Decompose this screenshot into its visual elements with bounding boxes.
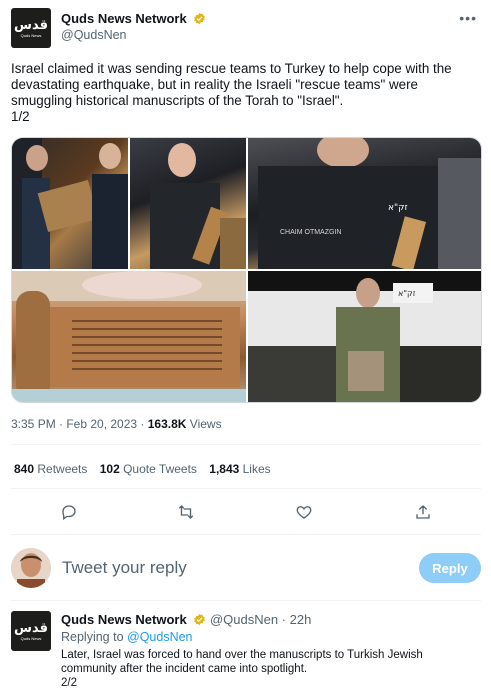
quote-tweets-count: 102 <box>99 462 120 476</box>
user-avatar[interactable] <box>11 548 51 588</box>
thread-tweet-text: Later, Israel was forced to hand over th… <box>61 649 423 689</box>
timestamp-text: 3:35 PM · Feb 20, 2023 · <box>11 417 148 431</box>
engagement-stats: 840 Retweets 102 Quote Tweets 1,843 Like… <box>14 462 280 476</box>
van-label: זק"א <box>398 289 416 298</box>
replying-prefix: Replying to <box>61 630 128 644</box>
jacket-name-label: CHAIM OTMAZGIN <box>280 229 341 236</box>
heart-icon <box>296 506 312 519</box>
tweet-text: Israel claimed it was sending rescue tea… <box>11 61 452 124</box>
author-name-text: Quds News Network <box>61 11 187 26</box>
quote-tweets-label: Quote Tweets <box>119 462 197 476</box>
media-photo-1[interactable] <box>12 138 128 269</box>
jacket-brand-label: זק"א <box>388 203 408 213</box>
thread-meta: Quds News Network @QudsNen · 22h <box>61 612 311 627</box>
retweet-button[interactable] <box>174 500 198 524</box>
share-icon <box>416 505 430 519</box>
verified-badge-icon <box>194 613 206 626</box>
replying-to: Replying to @QudsNen <box>61 630 193 644</box>
media-grid: CHAIM OTMAZGIN זק"א זק"א <box>11 137 482 403</box>
media-photo-4[interactable] <box>12 271 246 402</box>
media-photo-5[interactable]: זק"א <box>248 271 481 402</box>
more-icon[interactable]: ••• <box>459 10 477 26</box>
thread-handle-time[interactable]: @QudsNen · 22h <box>210 612 311 627</box>
logo-mark: قدس <box>14 17 48 33</box>
divider <box>11 534 481 535</box>
thread-tweet[interactable]: قدس Quds News Quds News Network @QudsNen… <box>11 611 481 696</box>
tweet-header: قدس Quds News Quds News Network @QudsNen… <box>11 8 481 48</box>
logo-subtitle: Quds News <box>20 32 42 38</box>
retweets-count: 840 <box>14 462 35 476</box>
likes-label: Likes <box>239 462 271 476</box>
reply-submit-button[interactable]: Reply <box>419 553 481 583</box>
thread-author-avatar[interactable]: قدس Quds News <box>11 611 51 651</box>
divider <box>11 600 481 601</box>
verified-badge-icon <box>194 12 206 25</box>
retweet-icon <box>178 505 194 519</box>
reply-input[interactable]: Tweet your reply <box>62 558 187 578</box>
like-button[interactable] <box>292 500 316 524</box>
reply-composer: Tweet your reply Reply <box>0 540 491 594</box>
reply-icon <box>62 505 76 521</box>
views-label: Views <box>186 417 222 431</box>
likes-count: 1,843 <box>209 462 240 476</box>
retweets-label: Retweets <box>34 462 88 476</box>
author-handle[interactable]: @QudsNen <box>61 28 127 42</box>
divider <box>11 488 481 489</box>
author-name[interactable]: Quds News Network <box>61 11 206 26</box>
media-photo-2[interactable] <box>130 138 246 269</box>
tweet-timestamp[interactable]: 3:35 PM · Feb 20, 2023 · 163.8K Views <box>11 417 222 431</box>
logo-mark: قدس <box>14 620 48 636</box>
thread-author-name[interactable]: Quds News Network <box>61 612 187 627</box>
reply-button[interactable] <box>57 500 81 524</box>
logo-subtitle: Quds News <box>20 635 42 641</box>
divider <box>11 444 481 445</box>
replying-mention-link[interactable]: @QudsNen <box>127 630 193 644</box>
author-avatar[interactable]: قدس Quds News <box>11 8 51 48</box>
media-photo-3[interactable]: CHAIM OTMAZGIN זק"א <box>248 138 481 269</box>
retweets-stat[interactable]: 840 Retweets <box>14 462 87 476</box>
views-count: 163.8K <box>147 417 187 431</box>
likes-stat[interactable]: 1,843 Likes <box>209 462 270 476</box>
quote-tweets-stat[interactable]: 102 Quote Tweets <box>100 462 197 476</box>
share-button[interactable] <box>411 500 435 524</box>
tweet-actions <box>11 500 481 524</box>
